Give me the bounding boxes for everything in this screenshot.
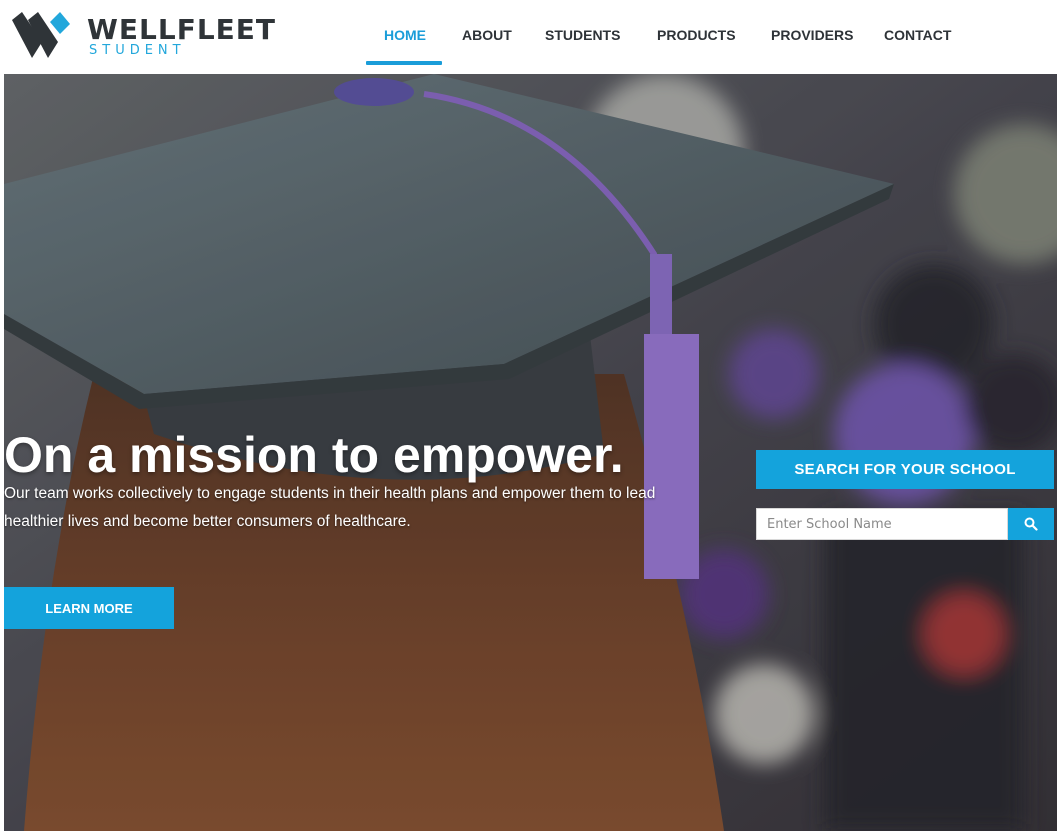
nav-item-students[interactable]: STUDENTS bbox=[545, 27, 620, 43]
logo-mark-icon bbox=[12, 12, 70, 58]
hero-title: On a mission to empower. bbox=[4, 426, 624, 483]
nav-item-products[interactable]: PRODUCTS bbox=[657, 27, 736, 43]
nav-active-indicator bbox=[366, 61, 442, 65]
hero-description: Our team works collectively to engage st… bbox=[4, 484, 656, 530]
hero-section: On a mission to empower. Our team works … bbox=[4, 74, 1057, 831]
learn-more-button[interactable]: LEARN MORE bbox=[4, 587, 174, 629]
search-icon bbox=[1024, 517, 1038, 531]
school-search-input[interactable] bbox=[756, 508, 1008, 540]
site-header: WELLFLEET STUDENT HOME ABOUT STUDENTS PR… bbox=[0, 0, 1057, 74]
wellfleet-student-logo[interactable]: WELLFLEET STUDENT bbox=[12, 12, 275, 62]
nav-item-home[interactable]: HOME bbox=[384, 27, 426, 43]
nav-item-about[interactable]: ABOUT bbox=[462, 27, 512, 43]
search-school-heading[interactable]: SEARCH FOR YOUR SCHOOL bbox=[756, 450, 1054, 489]
logo-subtitle: STUDENT bbox=[89, 43, 186, 58]
nav-item-contact[interactable]: CONTACT bbox=[884, 27, 951, 43]
logo-wordmark: WELLFLEET bbox=[87, 13, 277, 46]
search-button[interactable] bbox=[1008, 508, 1054, 540]
nav-item-providers[interactable]: PROVIDERS bbox=[771, 27, 853, 43]
